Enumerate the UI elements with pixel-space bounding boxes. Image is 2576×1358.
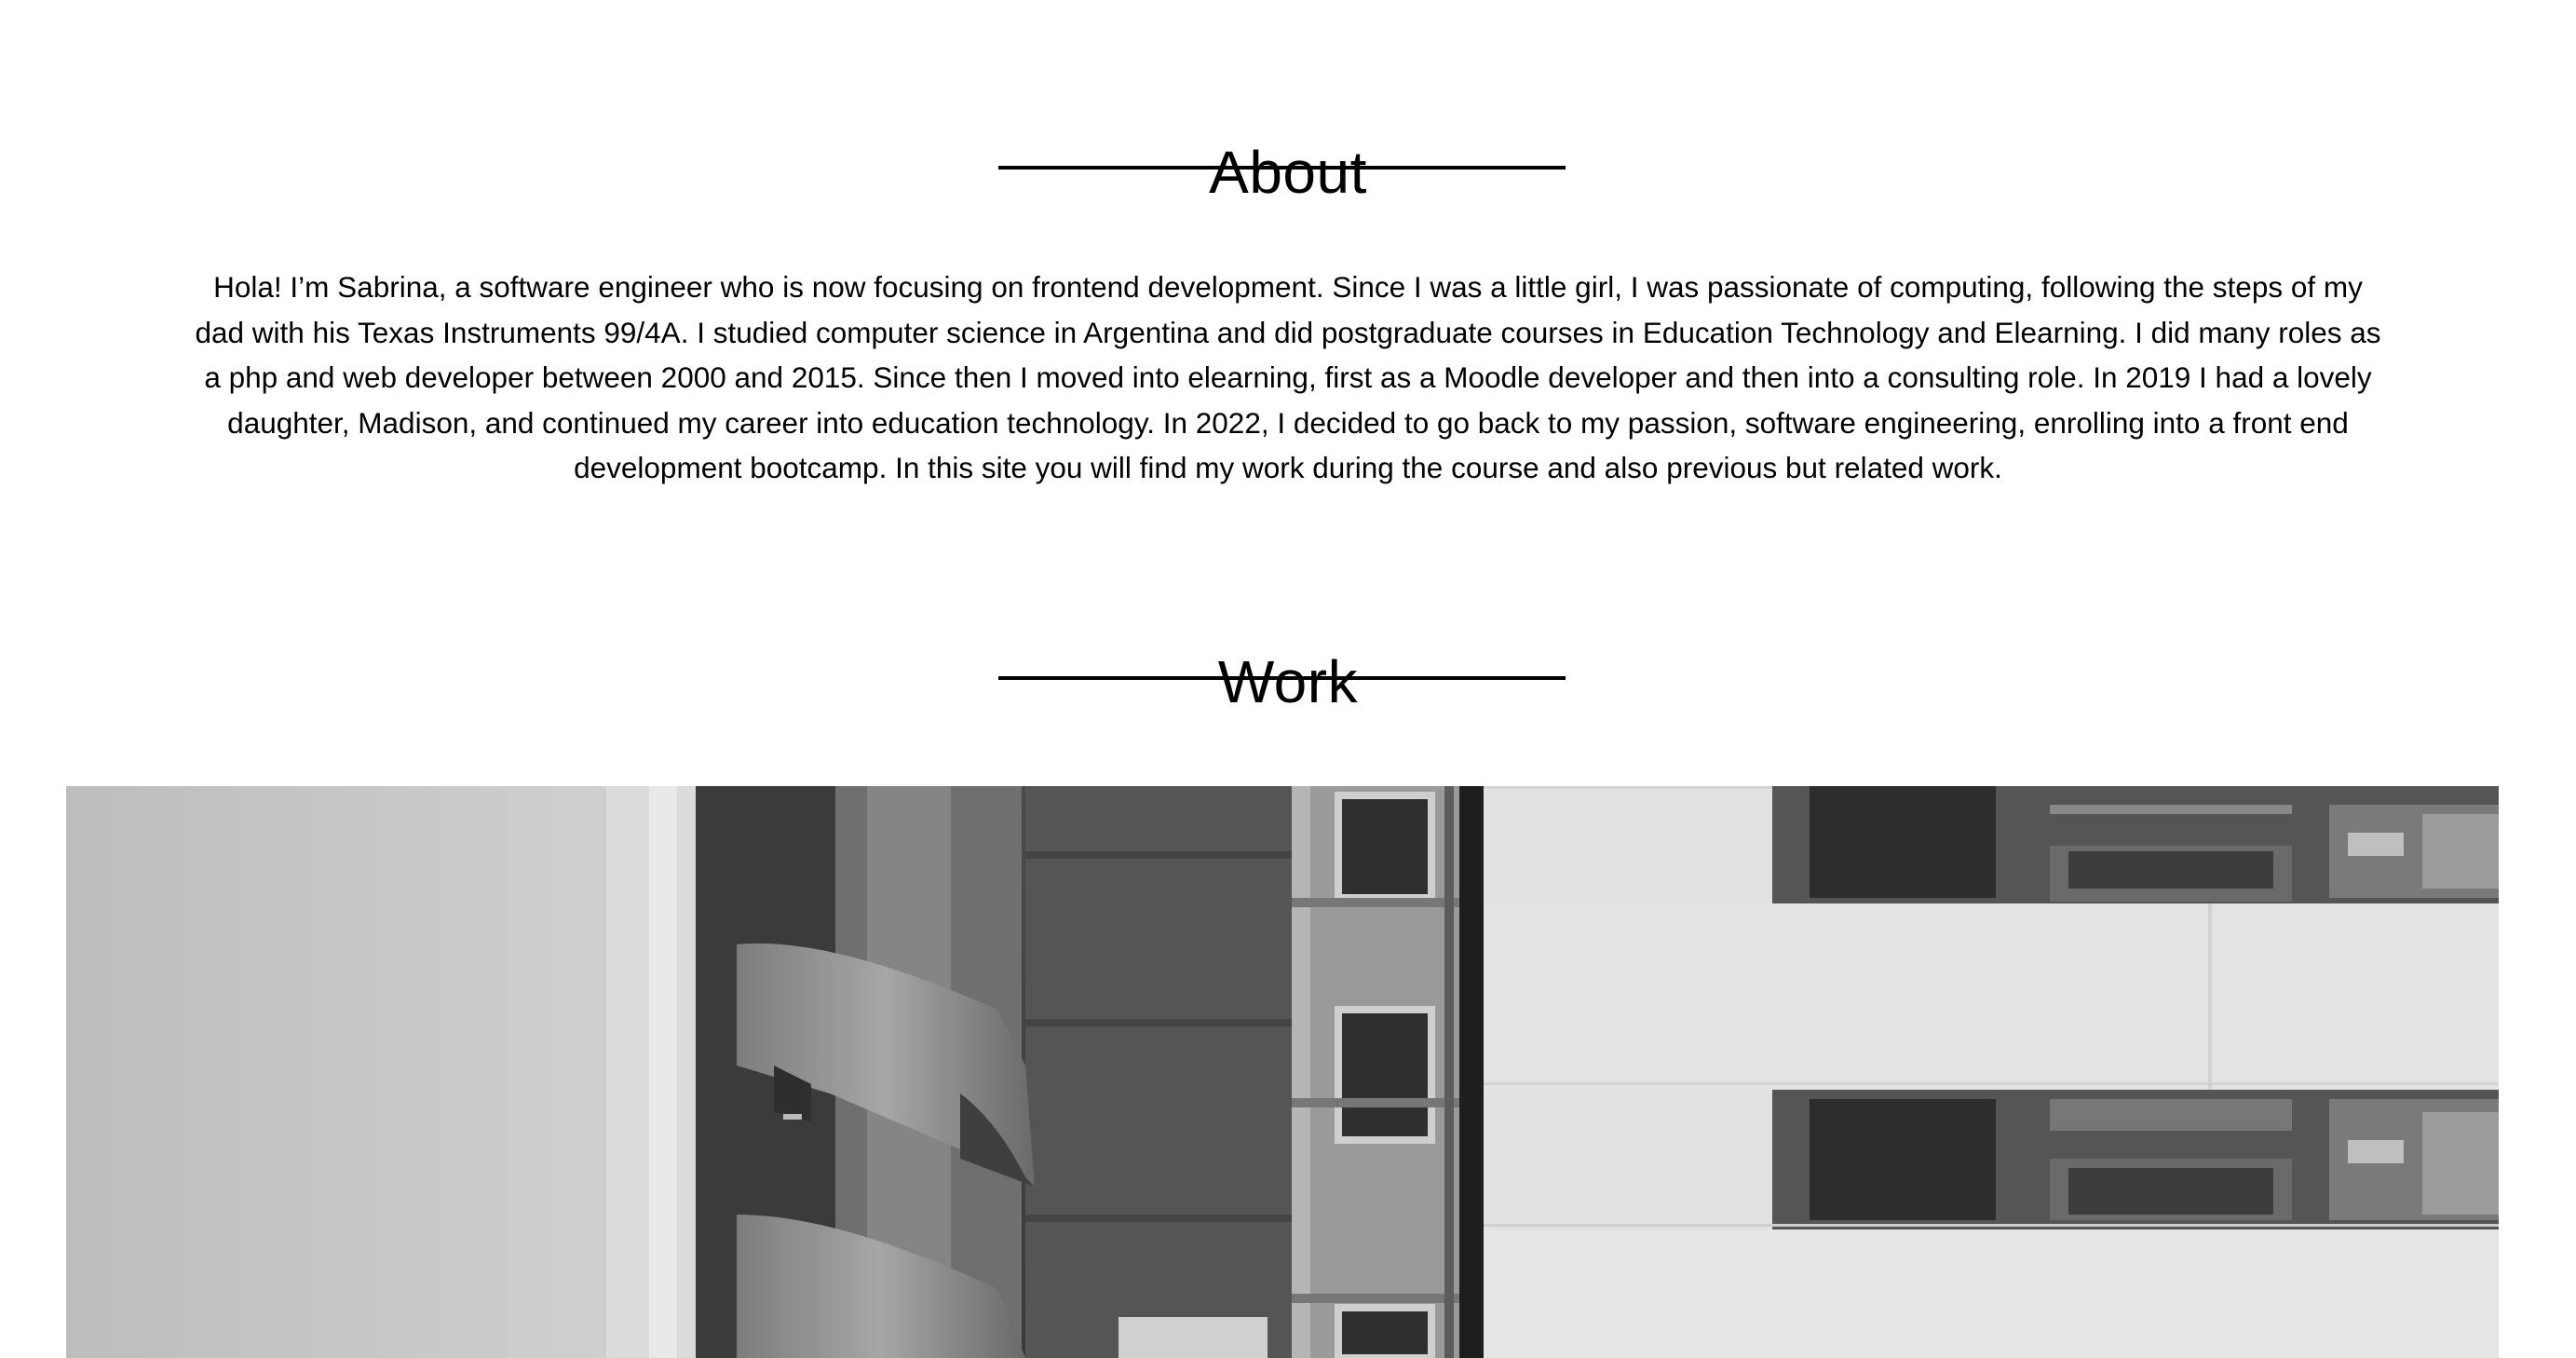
- about-heading: About: [1209, 139, 1367, 207]
- page: About Hola! I’m Sabrina, a software engi…: [0, 0, 2576, 1358]
- work-heading-underline: [998, 676, 1566, 680]
- work-heading: Work: [1217, 648, 1359, 716]
- building-photo: [66, 786, 2499, 1358]
- about-paragraph: Hola! I’m Sabrina, a software engineer w…: [195, 270, 2381, 485]
- work-project-image[interactable]: [66, 786, 2499, 1358]
- about-heading-underline: [998, 166, 1566, 170]
